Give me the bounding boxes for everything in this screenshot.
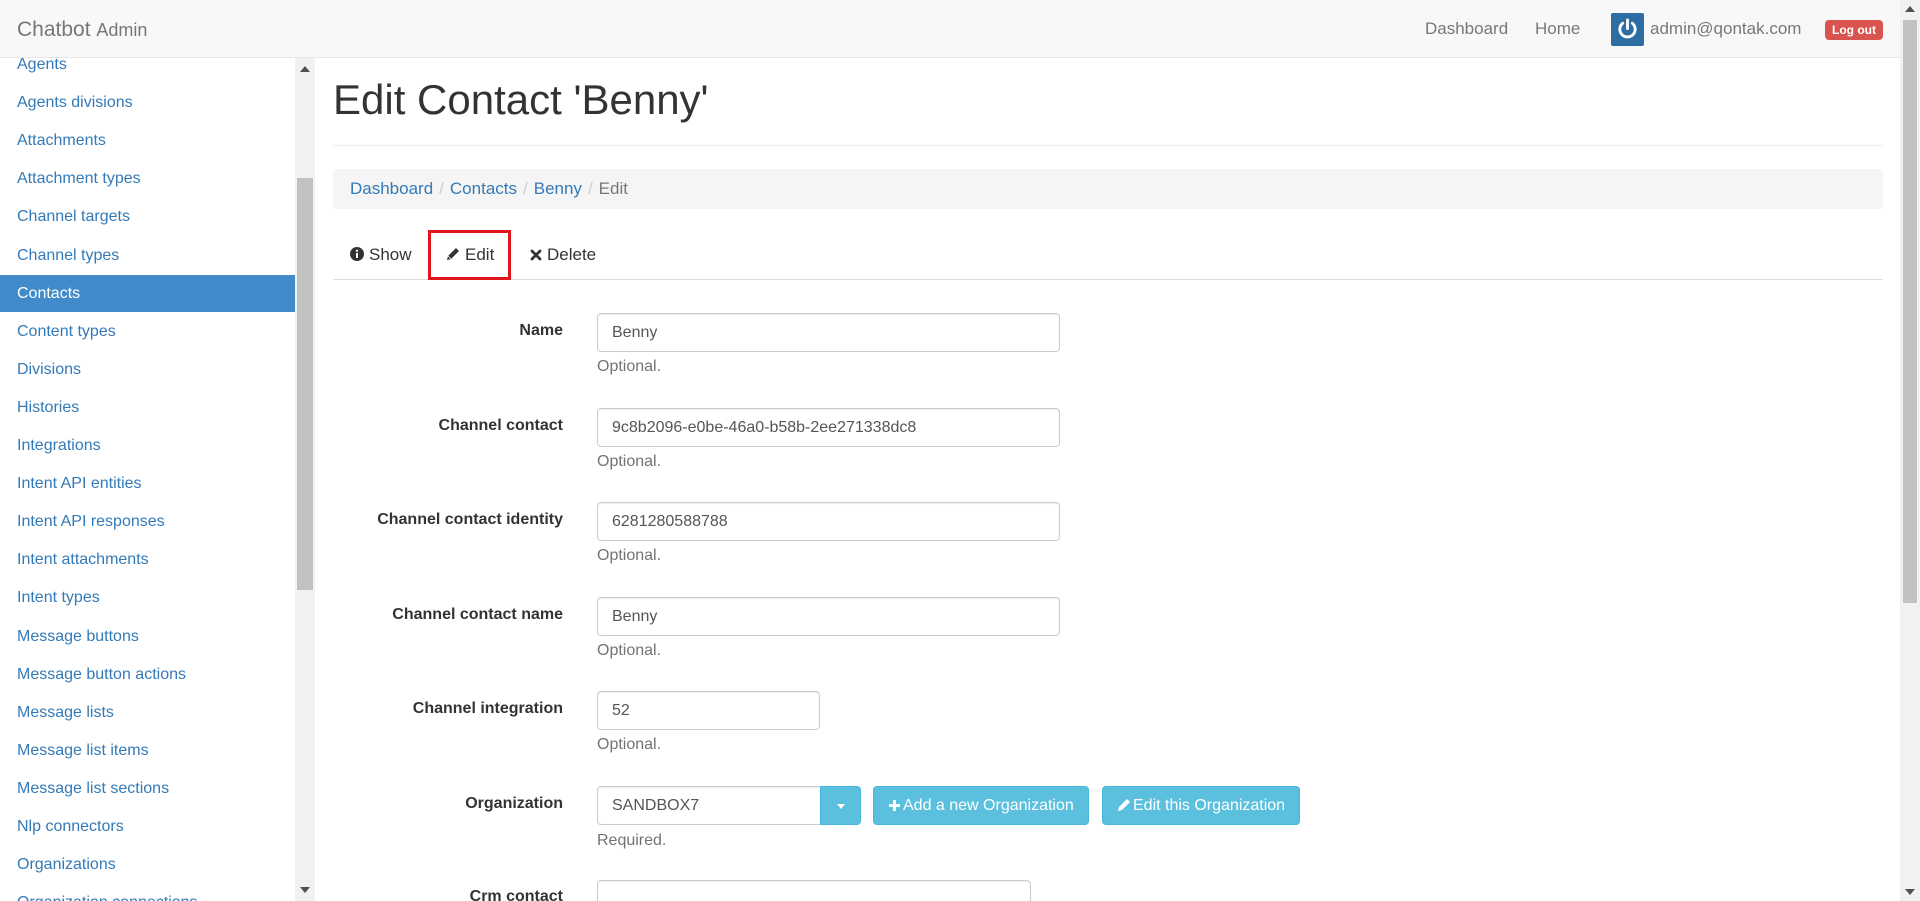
sidebar-item-channel-types[interactable]: Channel types [0,237,295,274]
channel-integration-help: Optional. [597,736,662,753]
tab-delete[interactable]: Delete [530,230,596,280]
info-circle-icon [350,247,364,261]
pencil-icon [1118,799,1130,811]
channel-contact-name-input[interactable] [597,597,1060,636]
tab-delete-label: Delete [547,245,597,264]
channel-contact-label: Channel contact [438,417,563,434]
sidebar-item-contacts[interactable]: Contacts [0,274,295,312]
organization-dropdown-button[interactable] [820,786,861,825]
breadcrumb-separator: / [439,179,444,198]
channel-contact-help: Optional. [597,453,662,470]
action-tabs: Show Edit Delete [333,230,1883,280]
channel-contact-name-label: Channel contact name [392,606,563,623]
top-navbar: Chatbot Admin Dashboard Home admin@qonta… [0,0,1900,58]
organization-select[interactable] [597,786,821,825]
breadcrumb-separator: / [587,179,593,198]
sidebar-item-message-lists[interactable]: Message lists [0,694,295,731]
edit-organization-button[interactable]: Edit this Organization [1102,786,1301,825]
organization-help: Required. [597,832,667,849]
name-input[interactable] [597,313,1060,352]
name-help: Optional. [597,358,662,375]
breadcrumb: Dashboard / Contacts / Benny / Edit [333,169,1883,209]
scroll-down-icon[interactable] [1905,889,1915,895]
sidebar-item-intent-types[interactable]: Intent types [0,579,295,616]
sidebar-item-channel-targets[interactable]: Channel targets [0,198,295,235]
title-divider [333,145,1883,146]
brand-name: Chatbot [17,18,91,41]
channel-integration-input[interactable] [597,691,820,730]
sidebar-item-agents[interactable]: Agents [0,58,295,83]
power-icon [1618,18,1637,39]
sidebar-item-divisions[interactable]: Divisions [0,351,295,388]
sidebar-item-integrations[interactable]: Integrations [0,427,295,464]
brand[interactable]: Chatbot Admin [17,18,147,42]
tab-show-label: Show [369,245,412,264]
edit-organization-label: Edit this Organization [1133,797,1286,814]
name-label: Name [519,322,563,339]
page-scroll-thumb[interactable] [1903,20,1917,603]
sidebar: Agents Agents divisions Attachments Attachm… [0,58,295,901]
sidebar-item-organizations[interactable]: Organizations [0,846,295,883]
brand-sub: Admin [96,20,148,40]
tab-show[interactable]: Show [350,230,412,280]
sidebar-item-message-list-items[interactable]: Message list items [0,732,295,769]
avatar[interactable] [1611,13,1644,46]
sidebar-item-agents-divisions[interactable]: Agents divisions [0,84,295,121]
sidebar-item-attachment-types[interactable]: Attachment types [0,160,295,197]
add-organization-button[interactable]: Add a new Organization [873,786,1089,825]
breadcrumb-contacts[interactable]: Contacts [450,179,517,198]
sidebar-item-content-types[interactable]: Content types [0,313,295,350]
breadcrumb-current: Edit [598,179,628,198]
close-icon [530,249,542,261]
sidebar-item-intent-api-entities[interactable]: Intent API entities [0,465,295,502]
breadcrumb-dashboard[interactable]: Dashboard [350,179,433,198]
sidebar-item-message-button-actions[interactable]: Message button actions [0,656,295,693]
add-organization-label: Add a new Organization [903,797,1074,814]
sidebar-item-organization-connections[interactable]: Organization connections [0,884,295,901]
sidebar-item-message-buttons[interactable]: Message buttons [0,618,295,655]
scroll-up-icon[interactable] [1905,6,1915,12]
page-title: Edit Contact 'Benny' [333,76,709,123]
crm-contact-label: Crm contact [469,888,563,901]
channel-contact-identity-input[interactable] [597,502,1060,541]
organization-label: Organization [465,795,563,812]
page-scrollbar[interactable] [1900,0,1920,901]
channel-integration-label: Channel integration [412,700,563,717]
breadcrumb-benny[interactable]: Benny [534,179,582,198]
chevron-down-icon [837,804,845,809]
sidebar-scrollbar[interactable] [295,58,315,901]
breadcrumb-separator: / [523,179,528,198]
sidebar-item-intent-api-responses[interactable]: Intent API responses [0,503,295,540]
crm-contact-input[interactable] [597,880,1031,901]
tab-edit-label: Edit [465,245,495,264]
channel-contact-identity-help: Optional. [597,547,662,564]
sidebar-item-attachments[interactable]: Attachments [0,122,295,159]
channel-contact-identity-label: Channel contact identity [377,511,563,528]
scroll-down-icon[interactable] [300,887,310,893]
tab-edit[interactable]: Edit [428,230,511,280]
nav-home-link[interactable]: Home [1535,19,1580,39]
pencil-icon [447,248,459,260]
channel-contact-name-help: Optional. [597,642,662,659]
scroll-up-icon[interactable] [300,66,310,72]
nav-dashboard-link[interactable]: Dashboard [1425,19,1508,39]
sidebar-item-intent-attachments[interactable]: Intent attachments [0,541,295,578]
sidebar-item-message-list-sections[interactable]: Message list sections [0,770,295,807]
user-email[interactable]: admin@qontak.com [1650,19,1801,39]
sidebar-item-nlp-connectors[interactable]: Nlp connectors [0,808,295,845]
sidebar-item-histories[interactable]: Histories [0,389,295,426]
sidebar-scroll-thumb[interactable] [297,178,313,590]
channel-contact-input[interactable] [597,408,1060,447]
logout-button[interactable]: Log out [1825,20,1883,40]
plus-icon [889,800,900,811]
